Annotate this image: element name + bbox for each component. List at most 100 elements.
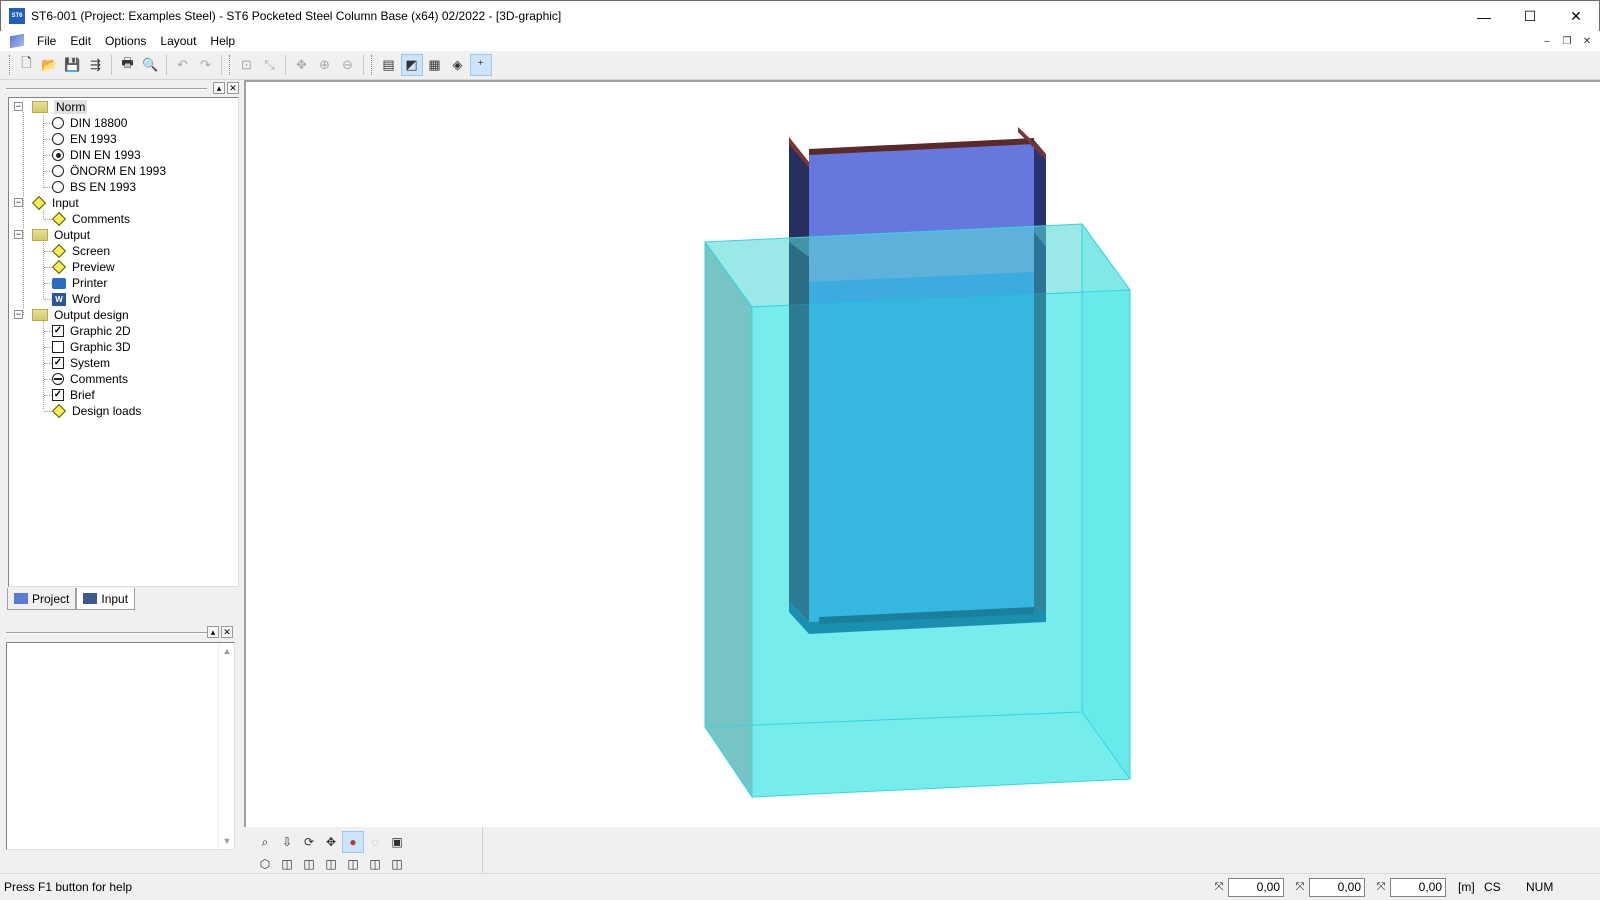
redo-icon[interactable]: ↷ <box>195 54 217 76</box>
top-view-icon[interactable]: ◫ <box>320 853 342 875</box>
mdi-restore-button[interactable]: ❐ <box>1558 34 1576 48</box>
message-scrollbar[interactable]: ▲ ▼ <box>218 643 234 849</box>
document-icon[interactable]: ▦ <box>424 54 446 76</box>
new-file-icon[interactable]: 🗋 <box>16 54 38 76</box>
tree-item-norm[interactable]: Norm <box>32 99 88 115</box>
tab-label: Input <box>101 591 129 606</box>
tree-item-din-en-1993[interactable]: DIN EN 1993 <box>52 147 141 163</box>
column-web-embedded <box>809 272 1034 622</box>
tree-item-brief[interactable]: ✓ Brief <box>52 387 95 403</box>
pan-icon[interactable]: ✥ <box>291 54 313 76</box>
render-icon[interactable]: ▣ <box>386 831 408 853</box>
iso-view-icon[interactable]: ⬡ <box>254 853 276 875</box>
light-icon[interactable]: ◌ <box>364 831 386 853</box>
panel-close-icon[interactable]: ✕ <box>221 626 233 638</box>
tree-collapse-output[interactable]: − <box>14 230 23 239</box>
minimize-button[interactable]: — <box>1461 1 1507 32</box>
coord-y-field[interactable]: 0,00 <box>1309 878 1365 897</box>
export-icon[interactable]: ⇶ <box>85 54 107 76</box>
document-menu-icon[interactable] <box>10 33 24 49</box>
menu-bar: File Edit Options Layout Help – ❐ ✕ <box>0 31 1600 51</box>
tree-item-onorm-en-1993[interactable]: ÖNORM EN 1993 <box>52 163 166 179</box>
tree-item-word[interactable]: W Word <box>52 291 100 307</box>
menu-layout[interactable]: Layout <box>153 31 203 51</box>
zoom-page-icon[interactable]: ⌕ <box>254 831 276 853</box>
axis-toggle-icon[interactable]: ⁺ <box>469 54 492 76</box>
toolbar-separator <box>221 55 222 75</box>
tree-collapse-norm[interactable]: − <box>14 102 23 111</box>
menu-help[interactable]: Help <box>203 31 242 51</box>
undo-icon[interactable]: ↶ <box>172 54 194 76</box>
close-button[interactable]: ✕ <box>1553 1 1599 32</box>
mdi-minimize-button[interactable]: – <box>1538 34 1556 48</box>
panel-close-icon[interactable]: ✕ <box>227 82 239 94</box>
panel-pin-icon[interactable]: ▴ <box>213 82 225 94</box>
tree-item-printer[interactable]: Printer <box>52 275 107 291</box>
toolbar-grip[interactable] <box>9 55 12 75</box>
tree-collapse-output-design[interactable]: − <box>14 310 23 319</box>
zoom-window-icon[interactable]: ⊡ <box>236 54 258 76</box>
mdi-close-button[interactable]: ✕ <box>1578 34 1596 48</box>
coord-z-field[interactable]: 0,00 <box>1390 878 1446 897</box>
tree-item-output-design[interactable]: Output design <box>32 307 129 323</box>
tree-item-design-comments[interactable]: Comments <box>52 371 128 387</box>
zoom-all-icon[interactable]: ⤡ <box>259 54 281 76</box>
scroll-down-icon[interactable]: ▼ <box>219 833 235 849</box>
print-preview-icon[interactable]: 🔍 <box>140 54 162 76</box>
tree-collapse-input[interactable]: − <box>14 198 23 207</box>
view-down-icon[interactable]: ⇩ <box>276 831 298 853</box>
message-panel-header: ▴ ✕ <box>0 626 243 642</box>
move-icon[interactable]: ✥ <box>320 831 342 853</box>
toolbar-grip[interactable] <box>371 55 374 75</box>
tree-item-design-loads[interactable]: Design loads <box>51 403 141 419</box>
bottom-view-icon[interactable]: ◫ <box>364 853 386 875</box>
tree-item-bs-en-1993[interactable]: BS EN 1993 <box>52 179 136 195</box>
left-view-icon[interactable]: ◫ <box>386 853 408 875</box>
zoom-out-icon[interactable]: ⊖ <box>337 54 359 76</box>
tree-item-system[interactable]: ✓ System <box>52 355 110 371</box>
tree-item-label: BS EN 1993 <box>70 180 137 194</box>
tree-item-label: Comments <box>70 372 129 386</box>
rotate-icon[interactable]: ⟳ <box>298 831 320 853</box>
3d-graphic[interactable] <box>246 82 1600 827</box>
status-bar: Press F1 button for help ⤧ 0,00 ⤧ 0,00 ⤧… <box>0 873 1600 900</box>
print-icon[interactable]: 🖶 <box>117 54 139 76</box>
zoom-in-icon[interactable]: ⊕ <box>314 54 336 76</box>
side-view-icon[interactable]: ◫ <box>298 853 320 875</box>
message-box[interactable]: ▲ ▼ <box>6 642 235 850</box>
coord-x-field[interactable]: 0,00 <box>1228 878 1284 897</box>
tab-project[interactable]: Project <box>7 588 77 610</box>
menu-options[interactable]: Options <box>98 31 153 51</box>
orbit-icon[interactable]: ● <box>342 831 364 853</box>
menu-edit[interactable]: Edit <box>63 31 98 51</box>
tree-item-output[interactable]: Output <box>32 227 90 243</box>
toolbar-grip[interactable] <box>229 55 232 75</box>
tree-item-input[interactable]: Input <box>31 195 79 211</box>
tree-item-graphic-2d[interactable]: ✓ Graphic 2D <box>52 323 131 339</box>
input-view-icon[interactable]: ▤ <box>378 54 400 76</box>
tree-item-preview[interactable]: Preview <box>51 259 115 275</box>
tree-item-en-1993[interactable]: EN 1993 <box>52 131 117 147</box>
menu-file[interactable]: File <box>30 31 63 51</box>
panel-pin-icon[interactable]: ▴ <box>207 626 219 638</box>
front-view-icon[interactable]: ◫ <box>276 853 298 875</box>
open-folder-icon[interactable]: 📂 <box>39 54 61 76</box>
scroll-up-icon[interactable]: ▲ <box>219 643 235 659</box>
toolbar-separator <box>166 55 167 75</box>
output-icon[interactable]: ◈ <box>447 54 469 76</box>
maximize-button[interactable]: ☐ <box>1507 1 1553 32</box>
window-controls: — ☐ ✕ <box>1461 1 1599 32</box>
tree-item-label: ÖNORM EN 1993 <box>70 164 167 178</box>
back-view-icon[interactable]: ◫ <box>342 853 364 875</box>
3d-viewport[interactable] <box>244 80 1600 827</box>
tree-item-label: Output design <box>54 308 129 322</box>
tree-item-din-18800[interactable]: DIN 18800 <box>52 115 127 131</box>
tree-item-screen[interactable]: Screen <box>51 243 110 259</box>
tree-item-graphic-3d[interactable]: Graphic 3D <box>52 339 131 355</box>
save-icon[interactable]: 💾 <box>62 54 84 76</box>
tree-item-input-comments[interactable]: Comments <box>51 211 130 227</box>
3d-view-icon[interactable]: ◩ <box>400 54 423 76</box>
tab-input[interactable]: Input <box>76 588 136 610</box>
y-axis-icon: ⤧ <box>1295 881 1305 893</box>
diamond-icon <box>51 403 67 419</box>
